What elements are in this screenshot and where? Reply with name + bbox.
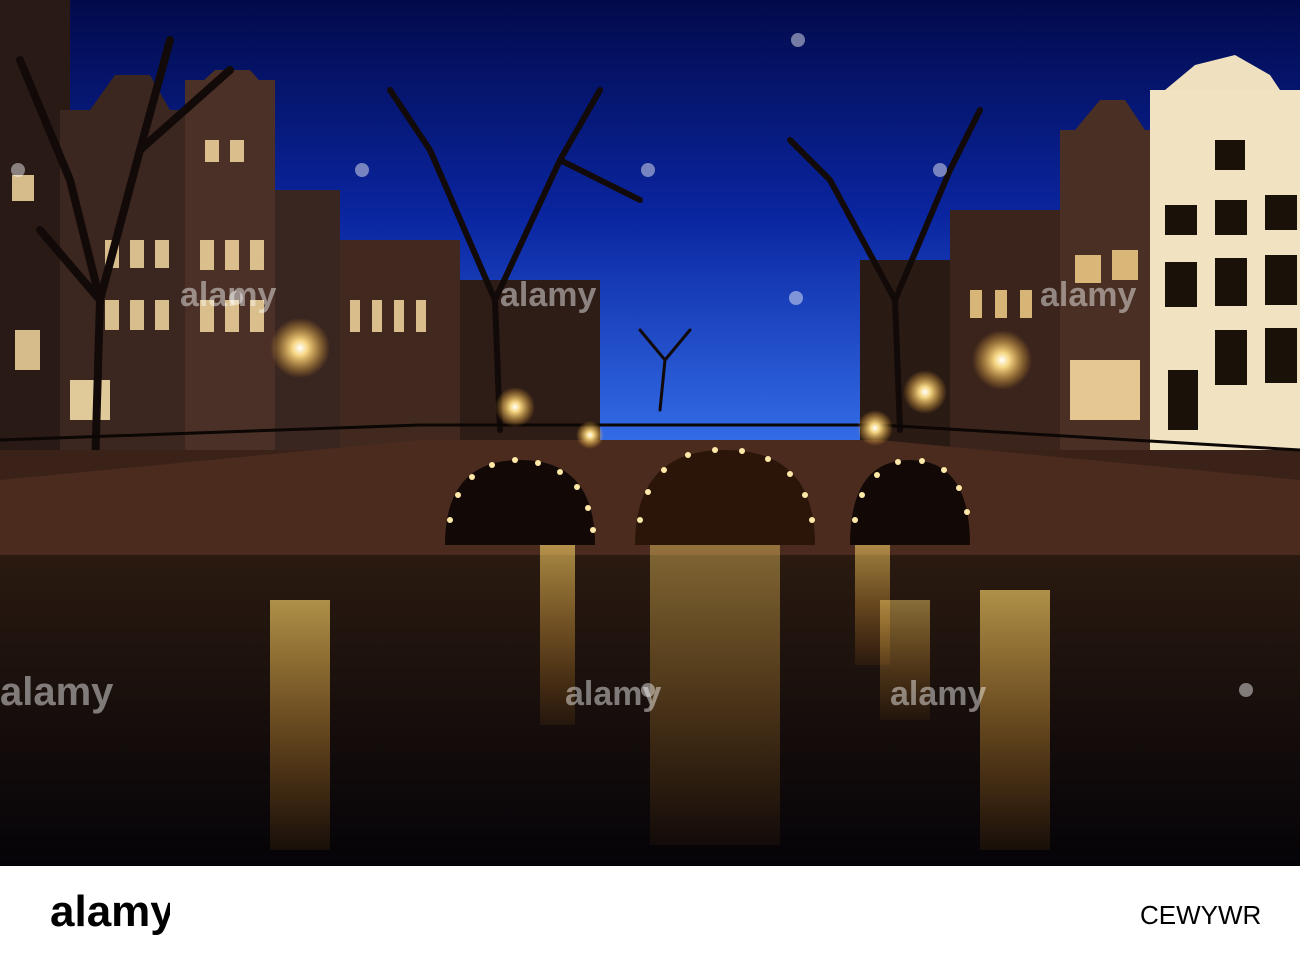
- watermark-text-mid-left: alamy: [180, 276, 276, 314]
- image-id: CEWYWR: [1140, 900, 1261, 930]
- watermark-text-upper-right: alamy: [1040, 276, 1136, 314]
- night-canal-photo: alamy alamy alamy alamy alamy alamy: [0, 0, 1300, 866]
- watermark-text-left: alamy: [0, 670, 114, 714]
- watermark-text-upper-left: alamy: [500, 276, 596, 314]
- stock-footer: alamy CEWYWR: [0, 866, 1300, 956]
- alamy-logo: alamy: [50, 887, 170, 936]
- image-id-text: CEWYWR: [1140, 900, 1261, 930]
- watermark-text-lower-right: alamy: [890, 675, 986, 713]
- alamy-logo-text: alamy: [50, 887, 170, 936]
